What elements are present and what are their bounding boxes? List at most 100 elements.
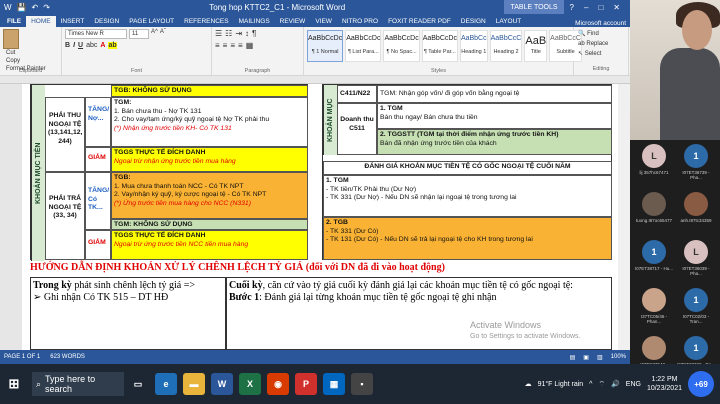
select-button[interactable]: ↖ Select <box>578 49 625 59</box>
weather-icon[interactable]: ☁ <box>525 380 532 388</box>
participant-tile[interactable]: 1 I07TC02/03 - Tran... <box>676 286 716 334</box>
font-size-box[interactable]: 11 <box>129 29 149 39</box>
participant-tile[interactable]: 1 I07ET38717 - Hu... <box>634 238 674 286</box>
participant-tile[interactable]: 1 I07ET38739 - Pha... <box>676 142 716 190</box>
font-name-box[interactable]: Times New R <box>65 29 127 39</box>
bullets-icon[interactable]: ☰ <box>215 29 222 38</box>
highlight-button[interactable]: ab <box>108 42 117 49</box>
tab-mailings[interactable]: MAILINGS <box>234 16 275 27</box>
style-sample: AaB <box>525 35 547 47</box>
pdf-reader-icon[interactable]: P <box>295 373 317 395</box>
weather-text[interactable]: 91°F Light rain <box>538 381 584 388</box>
clock[interactable]: 1:22 PM 10/23/2021 <box>647 375 682 393</box>
app-icon[interactable]: ▪ <box>351 373 373 395</box>
paste-icon[interactable] <box>3 29 19 49</box>
style-normal[interactable]: AaBbCcDc ¶ 1 Normal <box>307 30 344 62</box>
style-heading-1[interactable]: AaBbCc Heading 1 <box>459 30 488 62</box>
help-icon[interactable]: ? <box>570 3 574 12</box>
editing-label: Editing <box>592 66 610 72</box>
indent-icon[interactable]: ⇥ <box>235 29 242 38</box>
print-layout-icon[interactable]: ▣ <box>583 354 589 361</box>
read-mode-icon[interactable]: ▤ <box>570 354 576 361</box>
tab-references[interactable]: REFERENCES <box>179 16 233 27</box>
word-taskbar-icon[interactable]: W <box>211 373 233 395</box>
style-list-paragraph[interactable]: AaBbCcDc ¶ List Para... <box>345 30 382 62</box>
window-controls: ? – □ ✕ <box>564 3 626 12</box>
file-explorer-icon[interactable]: ▬ <box>183 373 205 395</box>
word-count[interactable]: 623 WORDS <box>50 354 85 360</box>
undo-icon[interactable]: ↶ <box>32 3 39 12</box>
tab-view[interactable]: VIEW <box>310 16 337 27</box>
tab-design[interactable]: DESIGN <box>89 16 124 27</box>
volume-icon[interactable]: 🔊 <box>611 380 620 388</box>
maximize-button[interactable]: □ <box>598 3 603 12</box>
tab-foxit[interactable]: FOXIT READER PDF <box>383 16 456 27</box>
grow-font-icon[interactable]: A^ <box>151 29 158 39</box>
tgb-title: TGB: <box>114 174 131 181</box>
sort-icon[interactable]: ↕ <box>245 29 249 38</box>
tgm-none-cell: TGM: KHÔNG SỬ DỤNG <box>111 219 308 230</box>
justify-icon[interactable]: ≡ <box>238 41 243 50</box>
style-table-paragraph[interactable]: AaBbCcDc ¶ Table Par... <box>421 30 458 62</box>
style-name: ¶ List Para... <box>347 49 379 55</box>
tab-table-layout[interactable]: LAYOUT <box>491 16 527 27</box>
replace-button[interactable]: ab Replace <box>578 39 625 49</box>
style-name: Heading 2 <box>493 49 519 55</box>
tab-file[interactable]: FILE <box>2 16 27 27</box>
network-icon[interactable]: ⌔ <box>598 380 605 389</box>
tab-insert[interactable]: INSERT <box>56 16 90 27</box>
align-right-icon[interactable]: ≡ <box>230 41 235 50</box>
store-icon[interactable]: ▦ <box>323 373 345 395</box>
tab-table-design[interactable]: DESIGN <box>456 16 491 27</box>
pilcrow-icon[interactable]: ¶ <box>252 29 256 38</box>
language-indicator[interactable]: ENG <box>626 381 641 388</box>
align-left-icon[interactable]: ≡ <box>215 41 220 50</box>
ruler[interactable] <box>0 76 630 84</box>
italic-button[interactable]: I <box>73 42 75 49</box>
page-count[interactable]: PAGE 1 OF 1 <box>4 354 40 360</box>
tab-nitro-pro[interactable]: NITRO PRO <box>337 16 383 27</box>
cut-button[interactable]: Cut <box>6 50 15 56</box>
shrink-font-icon[interactable]: Aˇ <box>160 29 166 39</box>
bold-button[interactable]: B <box>65 42 70 49</box>
font-color-button[interactable]: A <box>100 42 105 49</box>
windows-start-icon[interactable]: ⊞ <box>3 373 25 395</box>
numbering-icon[interactable]: ☷ <box>225 29 232 38</box>
tab-review[interactable]: REVIEW <box>275 16 311 27</box>
tab-home[interactable]: HOME <box>26 16 56 27</box>
style-name: ¶ 1 Normal <box>311 49 339 55</box>
task-view-icon[interactable]: ▭ <box>127 373 149 395</box>
close-button[interactable]: ✕ <box>613 3 620 12</box>
taskbar-search[interactable]: ⌕ Type here to search <box>32 372 124 396</box>
left-line2: ➢ Ghi nhận Có TK 515 – DT HĐ <box>33 292 169 303</box>
edge-icon[interactable]: e <box>155 373 177 395</box>
vertical-scrollbar[interactable] <box>618 84 630 350</box>
participant-tile[interactable]: Llij 357hc67471 <box>634 142 674 190</box>
underline-button[interactable]: U <box>78 42 83 49</box>
account-link[interactable]: Microsoft account <box>575 20 630 27</box>
participant-tile[interactable]: anh.I87tc34359 <box>676 190 716 238</box>
tab-page-layout[interactable]: PAGE LAYOUT <box>124 16 179 27</box>
style-title[interactable]: AaB Title <box>524 30 548 62</box>
excel-taskbar-icon[interactable]: X <box>239 373 261 395</box>
search-icon: ⌕ <box>36 378 42 389</box>
shading-icon[interactable]: ▦ <box>246 41 254 50</box>
copy-button[interactable]: Copy <box>6 58 20 64</box>
participant-tile[interactable]: tuong.I87oc65477 <box>634 190 674 238</box>
style-heading-2[interactable]: AaBbCcC Heading 2 <box>489 30 523 62</box>
zoom-level[interactable]: 100% <box>611 354 626 361</box>
style-no-spacing[interactable]: AaBbCcDc ¶ No Spac... <box>383 30 420 62</box>
web-layout-icon[interactable]: ▥ <box>597 354 603 361</box>
tray-chevron-icon[interactable]: ^ <box>589 381 592 388</box>
document-page[interactable]: KHOẢN MỤC TIỀN TGB: KHÔNG SỬ DỤNG PHẢI T… <box>22 84 618 350</box>
save-icon[interactable]: 💾 <box>17 3 27 12</box>
participant-tile[interactable]: L I07ET36039 - Pha... <box>676 238 716 286</box>
chrome-icon[interactable]: ◉ <box>267 373 289 395</box>
strikethrough-button[interactable]: abc <box>86 42 97 49</box>
align-center-icon[interactable]: ≡ <box>223 41 228 50</box>
redo-icon[interactable]: ↷ <box>43 3 50 12</box>
minimize-button[interactable]: – <box>584 3 588 12</box>
participant-tile[interactable]: I37TC05/46 - Phan... <box>634 286 674 334</box>
more-participants-button[interactable]: +69 <box>688 371 714 397</box>
find-button[interactable]: 🔍 Find <box>578 29 625 39</box>
